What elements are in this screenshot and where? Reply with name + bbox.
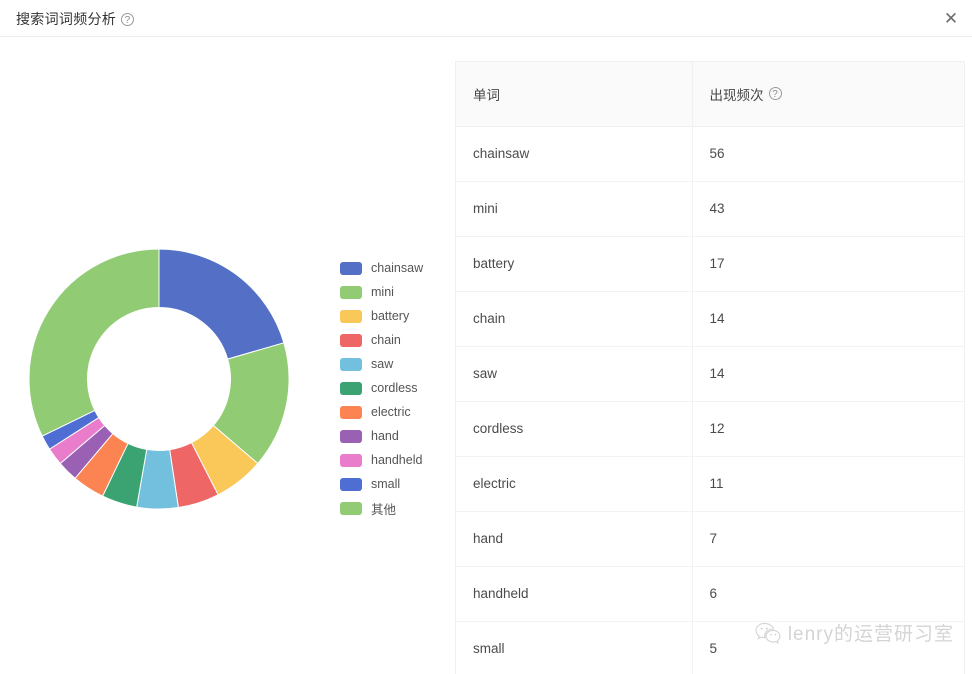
- cell-frequency: 7: [692, 511, 964, 567]
- donut-slice[interactable]: [158, 248, 285, 360]
- cell-frequency: 43: [692, 181, 964, 237]
- legend-item[interactable]: 其他: [340, 496, 450, 520]
- cell-word: handheld: [456, 566, 693, 622]
- column-header-word-label: 单词: [473, 87, 500, 103]
- legend-item[interactable]: chain: [340, 328, 450, 352]
- chart-legend: chainsaw mini battery chain saw cordless elect…: [340, 256, 450, 520]
- modal-header: 搜索词词频分析? ✕: [0, 0, 972, 37]
- cell-word: chain: [456, 291, 693, 347]
- table-row[interactable]: chainsaw 56: [456, 126, 964, 182]
- cell-word: saw: [456, 346, 693, 402]
- table-row[interactable]: saw 14: [456, 346, 964, 402]
- column-header-frequency-label: 出现频次: [709, 87, 764, 103]
- cell-frequency: 17: [692, 236, 964, 292]
- legend-item[interactable]: handheld: [340, 448, 450, 472]
- legend-item[interactable]: chainsaw: [340, 256, 450, 280]
- frequency-table: 单词 出现频次? chainsaw 56 mini 43 battery 17 chain 1…: [456, 62, 964, 674]
- table-row[interactable]: hand 7: [456, 511, 964, 567]
- legend-label: handheld: [371, 453, 423, 467]
- cell-frequency: 14: [692, 291, 964, 347]
- column-header-frequency[interactable]: 出现频次?: [692, 62, 964, 127]
- cell-frequency: 14: [692, 346, 964, 402]
- page-title-text: 搜索词词频分析: [16, 11, 117, 27]
- legend-label: chainsaw: [371, 261, 424, 275]
- legend-label: electric: [371, 405, 411, 419]
- cell-word: electric: [456, 456, 693, 512]
- legend-item[interactable]: cordless: [340, 376, 450, 400]
- legend-item[interactable]: mini: [340, 280, 450, 304]
- legend-item[interactable]: small: [340, 472, 450, 496]
- chart-panel: chainsaw mini battery chain saw cordless elect…: [0, 38, 440, 674]
- cell-word: cordless: [456, 401, 693, 457]
- legend-item[interactable]: battery: [340, 304, 450, 328]
- legend-swatch-icon: [340, 357, 362, 371]
- cell-frequency: 11: [692, 456, 964, 512]
- legend-label: chain: [371, 333, 401, 347]
- legend-label: mini: [371, 285, 394, 299]
- legend-item[interactable]: electric: [340, 400, 450, 424]
- legend-swatch-icon: [340, 309, 362, 323]
- legend-label: small: [371, 477, 401, 491]
- cell-word: hand: [456, 511, 693, 567]
- cell-frequency: 12: [692, 401, 964, 457]
- legend-swatch-icon: [340, 429, 362, 443]
- page-title: 搜索词词频分析?: [16, 9, 135, 29]
- cell-word: chainsaw: [456, 126, 693, 182]
- donut-chart-svg[interactable]: [28, 248, 290, 510]
- cell-word: battery: [456, 236, 693, 292]
- donut-chart[interactable]: [28, 248, 290, 510]
- cell-frequency: 5: [692, 621, 964, 674]
- column-header-word[interactable]: 单词: [456, 62, 693, 127]
- legend-label: cordless: [371, 381, 418, 395]
- legend-swatch-icon: [340, 405, 362, 419]
- table-row[interactable]: cordless 12: [456, 401, 964, 457]
- legend-swatch-icon: [340, 477, 362, 491]
- legend-label: saw: [371, 357, 394, 371]
- table-head: 单词 出现频次?: [456, 62, 964, 127]
- title-help-icon[interactable]: ?: [121, 13, 135, 26]
- cell-word: mini: [456, 181, 693, 237]
- frequency-table-panel[interactable]: 单词 出现频次? chainsaw 56 mini 43 battery 17 chain 1…: [455, 61, 965, 674]
- table-body: chainsaw 56 mini 43 battery 17 chain 14 saw 14 cor…: [456, 126, 964, 674]
- legend-label: battery: [371, 309, 410, 323]
- modal-body: chainsaw mini battery chain saw cordless elect…: [0, 38, 972, 674]
- legend-swatch-icon: [340, 333, 362, 347]
- legend-item[interactable]: saw: [340, 352, 450, 376]
- legend-swatch-icon: [340, 381, 362, 395]
- close-icon[interactable]: ✕: [938, 6, 964, 32]
- legend-swatch-icon: [340, 453, 362, 467]
- table-row[interactable]: electric 11: [456, 456, 964, 512]
- legend-swatch-icon: [340, 501, 362, 515]
- cell-frequency: 56: [692, 126, 964, 182]
- donut-slice[interactable]: [28, 248, 160, 437]
- table-row[interactable]: chain 14: [456, 291, 964, 347]
- table-row[interactable]: small 5: [456, 621, 964, 674]
- legend-label: hand: [371, 429, 399, 443]
- legend-item[interactable]: hand: [340, 424, 450, 448]
- table-row[interactable]: battery 17: [456, 236, 964, 292]
- table-row[interactable]: mini 43: [456, 181, 964, 237]
- cell-word: small: [456, 621, 693, 674]
- legend-swatch-icon: [340, 261, 362, 275]
- cell-frequency: 6: [692, 566, 964, 622]
- legend-label: 其他: [371, 502, 397, 517]
- table-row[interactable]: handheld 6: [456, 566, 964, 622]
- column-header-frequency-inner: 出现频次?: [710, 84, 782, 104]
- table-header-row: 单词 出现频次?: [456, 62, 964, 127]
- frequency-help-icon[interactable]: ?: [768, 87, 782, 101]
- legend-swatch-icon: [340, 285, 362, 299]
